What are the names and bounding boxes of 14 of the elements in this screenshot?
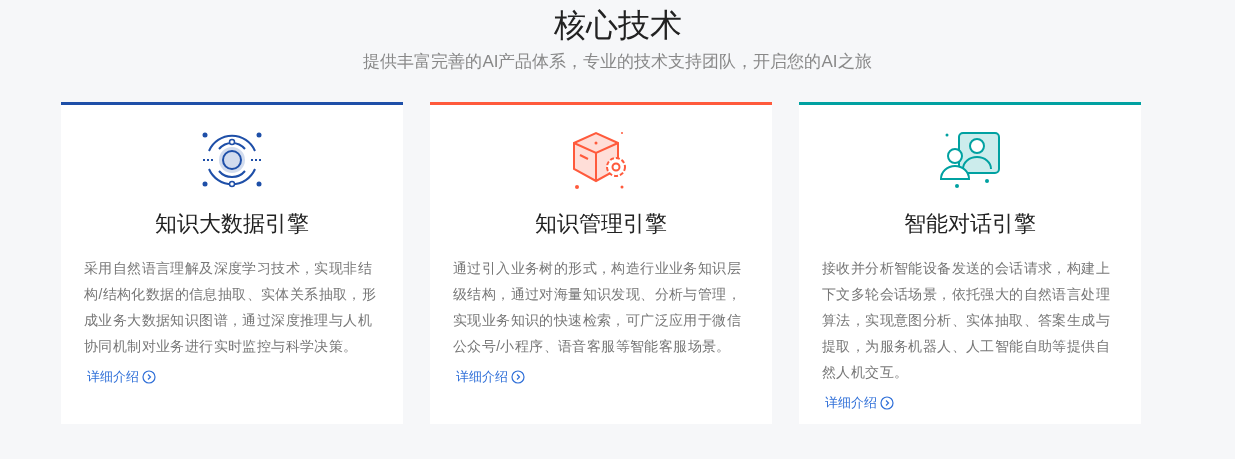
details-link[interactable]: 详细介绍 bbox=[825, 393, 894, 413]
card-description: 通过引入业务树的形式，构造行业业务知识层级结构，通过对海量知识发现、分析与管理，实现业务知识的快速检索，可广泛应用于微信公众号/小程序、语音客服等智能客服场景。 bbox=[453, 259, 742, 356]
chevron-circle-icon bbox=[142, 369, 156, 384]
chevron-circle-icon bbox=[511, 369, 525, 384]
details-link[interactable]: 详细介绍 bbox=[456, 367, 525, 387]
card-title: 知识管理引擎 bbox=[535, 210, 667, 238]
card-title: 智能对话引擎 bbox=[904, 210, 1036, 238]
card-description: 接收并分析智能设备发送的会话请求，构建上下文多轮会话场景，依托强大的自然语言处理算法，实现意图分析、实体抽取、答案生成与提取，为服务机器人、人工智能自助等提供自然人机交互。 bbox=[822, 259, 1111, 382]
card-title: 知识大数据引擎 bbox=[155, 210, 309, 238]
chevron-circle-icon bbox=[880, 395, 894, 410]
section-subtitle: 提供丰富完善的AI产品体系，专业的技术支持团队，开启您的AI之旅 bbox=[363, 51, 872, 73]
card-description: 采用自然语言理解及深度学习技术，实现非结构/结构化数据的信息抽取、实体关系抽取，形成业务大数据知识图谱，通过深度推理与人机协同机制对业务进行实时监控与科学决策。 bbox=[84, 259, 378, 356]
section-title: 核心技术 bbox=[553, 6, 682, 45]
details-link[interactable]: 详细介绍 bbox=[87, 367, 156, 387]
